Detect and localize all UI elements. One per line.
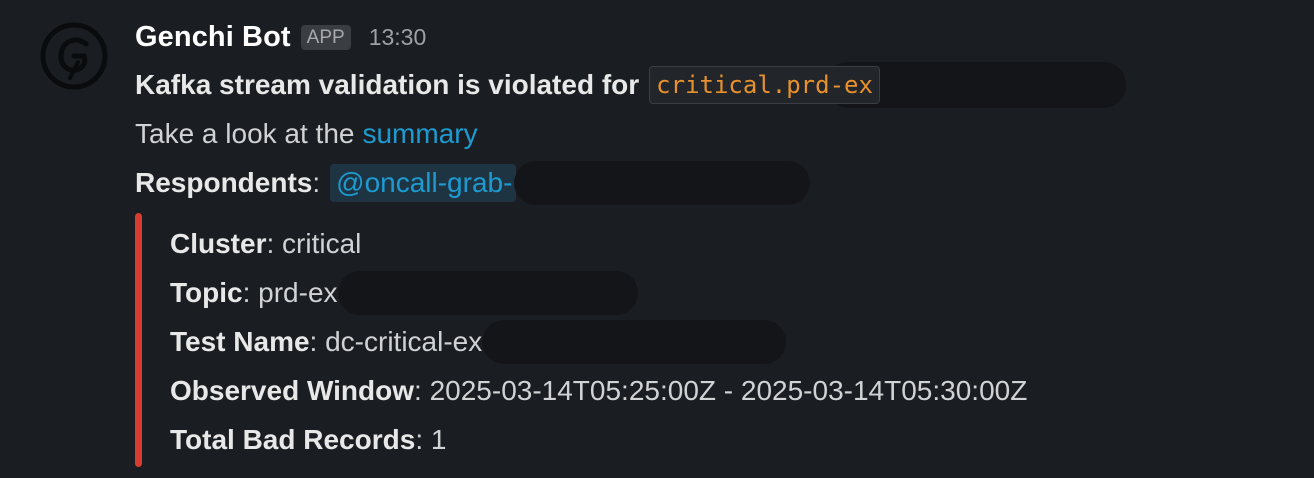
topic-code-value: critical.prd-ex	[656, 70, 873, 99]
message-header: Genchi Bot APP 13:30	[135, 14, 1294, 60]
attachment-fields: Cluster: critical Topic: prd-ex Test Nam…	[170, 219, 1027, 464]
field-label: Total Bad Records	[170, 424, 416, 455]
field-topic: Topic: prd-ex	[170, 268, 1027, 317]
field-separator: :	[242, 277, 259, 308]
headline-text: Kafka stream validation is violated for	[135, 69, 640, 100]
field-value: 2025-03-14T05:25:00Z - 2025-03-14T05:30:…	[429, 375, 1028, 406]
field-label: Topic	[170, 277, 243, 308]
respondents-label: Respondents	[135, 167, 313, 198]
message-content: Genchi Bot APP 13:30 Kafka stream valida…	[135, 14, 1294, 207]
field-separator: :	[266, 228, 283, 259]
redaction	[482, 319, 787, 364]
field-test-name: Test Name: dc-critical-ex	[170, 317, 1027, 366]
summary-line: Take a look at the summary	[135, 109, 1294, 158]
bot-name[interactable]: Genchi Bot	[135, 21, 291, 54]
attachment: Cluster: critical Topic: prd-ex Test Nam…	[135, 213, 1275, 467]
app-badge: APP	[300, 24, 351, 50]
field-label: Observed Window	[170, 375, 415, 406]
respondents-line: Respondents: @oncall-grab-	[135, 158, 1294, 207]
field-separator: :	[414, 375, 430, 406]
field-value: critical	[282, 228, 362, 259]
field-total-bad-records: Total Bad Records: 1	[170, 415, 1027, 464]
respondents-separator: :	[312, 167, 321, 198]
summary-link[interactable]: summary	[362, 109, 477, 158]
timestamp[interactable]: 13:30	[369, 24, 427, 51]
summary-prefix: Take a look at the	[135, 118, 355, 149]
genchi-logo-icon	[40, 22, 108, 90]
field-observed-window: Observed Window: 2025-03-14T05:25:00Z - …	[170, 366, 1027, 415]
field-label: Test Name	[170, 326, 310, 357]
field-label: Cluster	[170, 228, 267, 259]
field-value: dc-critical-ex	[325, 326, 483, 357]
redaction	[514, 160, 811, 205]
headline: Kafka stream validation is violated for …	[135, 60, 1294, 109]
field-separator: :	[415, 424, 431, 455]
attachment-color-bar	[135, 213, 142, 467]
field-value: prd-ex	[258, 277, 338, 308]
message: Genchi Bot APP 13:30 Kafka stream valida…	[0, 0, 1314, 478]
oncall-mention[interactable]: @oncall-grab-	[330, 163, 517, 202]
avatar[interactable]	[40, 22, 108, 90]
topic-code: critical.prd-ex	[649, 65, 880, 104]
redaction	[337, 270, 638, 315]
field-value: 1	[430, 424, 447, 455]
field-separator: :	[309, 326, 326, 357]
field-cluster: Cluster: critical	[170, 219, 1027, 268]
